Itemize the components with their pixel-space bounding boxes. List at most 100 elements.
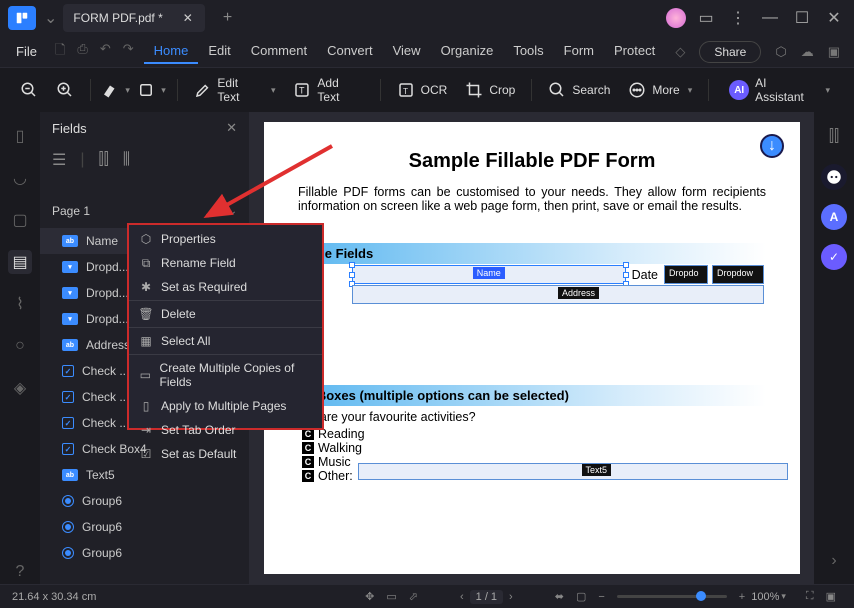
sort-icon[interactable]: ⫿⫿ (99, 150, 109, 170)
menu-form[interactable]: Form (554, 39, 604, 64)
field-text5[interactable]: Text5 (358, 463, 788, 480)
list-view-icon[interactable]: ☰ (52, 150, 66, 170)
field-item[interactable]: Group6 (40, 488, 249, 514)
close-panel-icon[interactable]: ✕ (226, 120, 237, 136)
edit-text-button[interactable]: Edit Text▾ (188, 72, 282, 108)
selall-icon: ▦ (139, 334, 153, 348)
context-menu-item[interactable]: ▭Create Multiple Copies of Fields (129, 356, 322, 394)
checkbox-mark[interactable]: C (302, 470, 314, 482)
page-section-label[interactable]: Page 1 (52, 204, 90, 218)
chat-bubble-icon[interactable] (821, 164, 847, 190)
settings-icon[interactable]: ⫿⫿ (821, 124, 847, 150)
undo-icon[interactable]: ↶ (96, 37, 115, 67)
save-icon[interactable]: 🗋 (51, 37, 69, 67)
zoom-out-status-icon[interactable]: − (592, 591, 610, 603)
section-header-1: able Fields (298, 243, 766, 264)
menu-organize[interactable]: Organize (431, 39, 504, 64)
ai-assistant-button[interactable]: AIAI Assistant▾ (719, 72, 840, 108)
pointer-tool-icon[interactable]: ⬀ (403, 590, 424, 603)
menu-tools[interactable]: Tools (503, 39, 553, 64)
close-window-icon[interactable]: ✕ (818, 4, 850, 32)
context-menu-item[interactable]: ☑Set as Default (129, 442, 322, 466)
field-item-label: Check ... (82, 364, 129, 378)
attachment-icon[interactable]: ⌇ (8, 292, 32, 316)
field-item[interactable]: Group6 (40, 540, 249, 566)
avatar-icon[interactable] (666, 8, 686, 28)
zoom-in-status-icon[interactable]: + (733, 591, 751, 603)
comment-list-icon[interactable]: ▢ (8, 208, 32, 232)
fit-page-icon[interactable]: ▢ (570, 590, 592, 603)
context-menu-label: Delete (161, 307, 196, 321)
menu-comment[interactable]: Comment (241, 39, 317, 64)
highlight-button[interactable]: ▾ (101, 75, 131, 105)
ai-a-icon[interactable]: A (821, 204, 847, 230)
context-menu-item[interactable]: 🗑Delete (129, 302, 322, 326)
menu-protect[interactable]: Protect (604, 39, 665, 64)
chevron-right-icon[interactable]: › (821, 548, 847, 574)
page-indicator[interactable]: 1 / 1 (470, 590, 503, 604)
fields-panel-icon[interactable]: ▤ (8, 250, 32, 274)
chat-icon[interactable]: ▭ (690, 4, 722, 32)
field-name[interactable]: Name (352, 265, 626, 284)
ai-check-icon[interactable]: ✓ (821, 244, 847, 270)
zoom-in-button[interactable] (50, 75, 80, 105)
new-tab-button[interactable]: + (217, 9, 238, 27)
checkbox-label: Walking (318, 441, 362, 455)
field-address[interactable]: Address (352, 285, 764, 304)
search-panel-icon[interactable]: ○ (8, 334, 32, 358)
field-dropdown-2[interactable]: Dropdow (712, 265, 764, 284)
thumbnail-icon[interactable]: ▯ (8, 124, 32, 148)
reorder-icon[interactable]: ⫼ (123, 150, 130, 170)
next-page-icon[interactable]: › (503, 591, 519, 603)
print-icon[interactable]: ⎙ (73, 37, 91, 67)
context-menu-item[interactable]: ⇥Set Tab Order (129, 418, 322, 442)
context-menu-label: Properties (161, 232, 216, 246)
kebab-menu-icon[interactable]: ⋮ (722, 4, 754, 32)
send-icon[interactable]: ▣ (822, 40, 846, 64)
zoom-level[interactable]: 100% (751, 591, 779, 603)
zoom-out-button[interactable] (14, 75, 44, 105)
share-button[interactable]: Share (699, 41, 761, 63)
document-tab[interactable]: FORM PDF.pdf * ✕ (63, 4, 204, 32)
context-menu-item[interactable]: ▦Select All (129, 329, 322, 353)
hand-tool-icon[interactable]: ✥ (359, 590, 380, 603)
prev-page-icon[interactable]: ‹ (454, 591, 470, 603)
close-tab-icon[interactable]: ✕ (181, 11, 195, 25)
context-menu-item[interactable]: ▯Apply to Multiple Pages (129, 394, 322, 418)
crop-button[interactable]: Crop (459, 77, 521, 103)
context-menu-item[interactable]: ✱Set as Required (129, 275, 322, 299)
context-menu-item[interactable]: ⧉Rename Field (129, 251, 322, 275)
fullscreen-icon[interactable]: ⛶ (800, 590, 820, 603)
maximize-icon[interactable]: ☐ (786, 4, 818, 32)
context-menu-item[interactable]: ⬡Properties (129, 227, 322, 251)
minimize-icon[interactable]: ― (754, 4, 786, 32)
field-dropdown-1[interactable]: Dropdo (664, 265, 708, 284)
layers-icon[interactable]: ◈ (8, 376, 32, 400)
menu-convert[interactable]: Convert (317, 39, 383, 64)
ocr-button[interactable]: TOCR (391, 77, 454, 103)
cloud-icon[interactable]: ☁ (795, 40, 820, 64)
bookmark-icon[interactable]: ◡ (8, 166, 32, 190)
menu-edit[interactable]: Edit (198, 39, 240, 64)
field-item-label: Dropd... (86, 286, 129, 300)
menu-home[interactable]: Home (144, 39, 199, 64)
select-tool-icon[interactable]: ▭ (380, 590, 402, 603)
collab-icon[interactable]: ⬡ (769, 40, 792, 64)
field-item[interactable]: Group6 (40, 514, 249, 540)
fit-width-icon[interactable]: ⬌ (549, 590, 570, 603)
chevron-down-icon[interactable]: ⌄ (229, 206, 237, 217)
search-button[interactable]: Search (542, 77, 616, 103)
lightbulb-icon[interactable]: ◇ (669, 40, 691, 64)
redo-icon[interactable]: ↷ (119, 37, 138, 67)
field-item-label: Check ... (82, 416, 129, 430)
more-button[interactable]: More▾ (622, 77, 698, 103)
help-icon[interactable]: ? (8, 560, 32, 584)
zoom-slider[interactable] (617, 595, 727, 598)
reading-mode-icon[interactable]: ▣ (820, 590, 842, 603)
checkbox-row: CReading (298, 427, 766, 441)
download-float-button[interactable]: ↓ (760, 134, 784, 158)
menu-view[interactable]: View (383, 39, 431, 64)
shape-button[interactable]: ▾ (137, 75, 167, 105)
add-text-button[interactable]: TAdd Text (287, 72, 369, 108)
file-menu[interactable]: File (8, 40, 45, 63)
